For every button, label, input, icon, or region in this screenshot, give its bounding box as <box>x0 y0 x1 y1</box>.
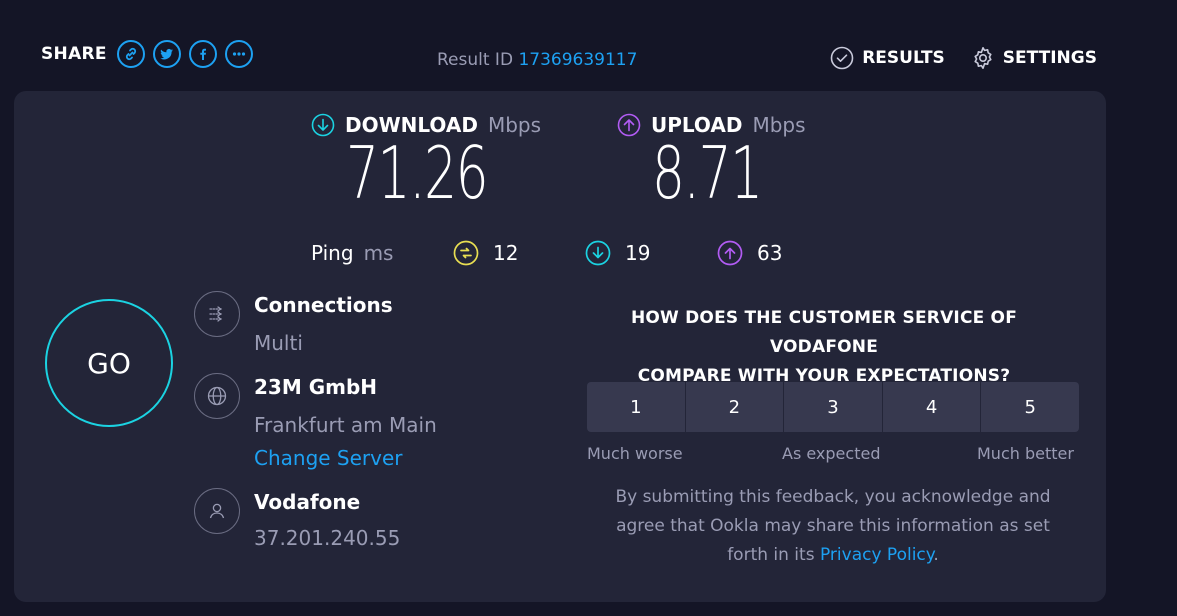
privacy-policy-link[interactable]: Privacy Policy <box>820 545 933 565</box>
ping-idle-icon <box>453 240 479 266</box>
ping-upload: 63 <box>717 240 782 266</box>
rating-legend-high: Much better <box>977 444 1074 463</box>
ping-label: Ping <box>311 241 354 265</box>
result-id-link[interactable]: 17369639117 <box>518 50 637 70</box>
ping-download-value: 19 <box>625 241 651 265</box>
connections-icon <box>194 291 240 337</box>
user-icon <box>194 488 240 534</box>
server-location: Frankfurt am Main <box>254 413 437 437</box>
result-card: DOWNLOAD Mbps 71.26 UPLOAD Mbps 8.71 Pin… <box>14 91 1106 602</box>
server-name: 23M GmbH <box>254 375 378 399</box>
download-unit: Mbps <box>487 113 542 137</box>
download-arrow-icon <box>311 113 335 137</box>
rating-option-4[interactable]: 4 <box>882 382 982 432</box>
more-icon[interactable] <box>224 40 253 68</box>
ping-idle-value: 12 <box>493 241 519 265</box>
top-nav: RESULTS SETTINGS <box>830 46 1097 70</box>
result-id: Result ID 17369639117 <box>437 50 637 70</box>
disclaimer-line-2: agree that Ookla may share this informat… <box>616 516 1050 536</box>
ping-idle: 12 <box>453 240 518 266</box>
share-bar: SHARE <box>41 40 253 68</box>
connections-value: Multi <box>254 331 303 355</box>
ping-upload-icon <box>717 240 743 266</box>
link-icon[interactable] <box>116 40 145 68</box>
ping-row: Ping ms <box>311 241 393 265</box>
ping-download: 19 <box>585 240 650 266</box>
disclaimer-line-3: forth in its Privacy Policy. <box>587 541 1079 570</box>
ping-download-icon <box>585 240 611 266</box>
ping-unit: ms <box>363 241 394 265</box>
result-id-label: Result ID <box>437 50 514 70</box>
feedback-disclaimer: By submitting this feedback, you acknowl… <box>587 483 1079 570</box>
upload-arrow-icon <box>617 113 641 137</box>
rating-option-3[interactable]: 3 <box>784 382 883 432</box>
results-button[interactable]: RESULTS <box>830 46 945 70</box>
settings-button[interactable]: SETTINGS <box>971 46 1097 70</box>
rating-scale: 1 2 3 4 5 <box>587 382 1079 432</box>
share-label: SHARE <box>41 44 107 64</box>
go-button[interactable]: GO <box>45 299 173 427</box>
provider-ip: 37.201.240.55 <box>254 526 401 550</box>
facebook-icon[interactable] <box>188 40 217 68</box>
twitter-icon[interactable] <box>152 40 181 68</box>
change-server-link[interactable]: Change Server <box>254 446 403 470</box>
download-value: 71.26 <box>346 131 489 215</box>
check-circle-icon <box>830 46 854 70</box>
results-label: RESULTS <box>862 48 945 68</box>
disclaimer-pre: forth in its <box>727 545 815 565</box>
upload-value: 8.71 <box>652 131 763 215</box>
rating-option-5[interactable]: 5 <box>981 382 1079 432</box>
rating-legend-mid: As expected <box>782 444 881 463</box>
rating-legend-low: Much worse <box>587 444 683 463</box>
disclaimer-post: . <box>933 545 939 565</box>
connections-title: Connections <box>254 293 393 317</box>
survey-question-line-1: HOW DOES THE CUSTOMER SERVICE OF VODAFON… <box>630 308 1018 357</box>
gear-icon <box>974 47 992 69</box>
rating-option-2[interactable]: 2 <box>685 382 785 432</box>
globe-icon <box>194 373 240 419</box>
rating-option-1[interactable]: 1 <box>587 382 686 432</box>
provider-name: Vodafone <box>254 490 361 514</box>
settings-label: SETTINGS <box>1002 48 1097 68</box>
disclaimer-line-1: By submitting this feedback, you acknowl… <box>615 487 1051 507</box>
go-label: GO <box>87 346 131 380</box>
survey-question: HOW DOES THE CUSTOMER SERVICE OF VODAFON… <box>574 304 1074 391</box>
ping-upload-value: 63 <box>757 241 783 265</box>
